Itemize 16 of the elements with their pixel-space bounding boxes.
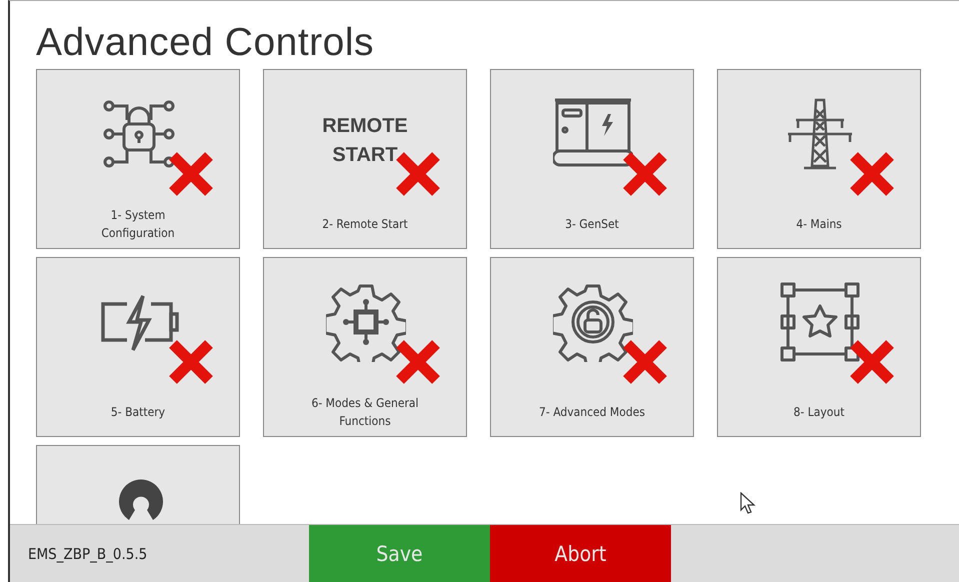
version-label: EMS_ZBP_B_0.5.5 <box>27 544 148 563</box>
abort-button[interactable]: Abort <box>490 525 671 582</box>
menu-tile[interactable]: 6- Modes & General Functions <box>263 257 467 437</box>
remote-start-text: REMOTE START <box>321 114 409 168</box>
page-title: Advanced Controls <box>36 20 376 66</box>
gear-lock-icon <box>553 282 633 362</box>
gear-chip-icon <box>326 282 406 362</box>
menu-tile[interactable]: REMOTE START 2- Remote Start <box>263 69 467 249</box>
menu-tile[interactable]: 8- Layout <box>717 257 921 437</box>
menu-tile[interactable]: 7- Advanced Modes <box>490 257 694 437</box>
menu-tile[interactable]: 1- System Configuration <box>36 69 240 249</box>
pointer-cursor-icon <box>740 492 758 514</box>
layout-star-icon <box>780 282 860 362</box>
menu-tile[interactable]: 3- GenSet <box>490 69 694 249</box>
menu-tile[interactable]: 4- Mains <box>717 69 921 249</box>
menu-tile[interactable]: 5- Battery <box>36 257 240 437</box>
